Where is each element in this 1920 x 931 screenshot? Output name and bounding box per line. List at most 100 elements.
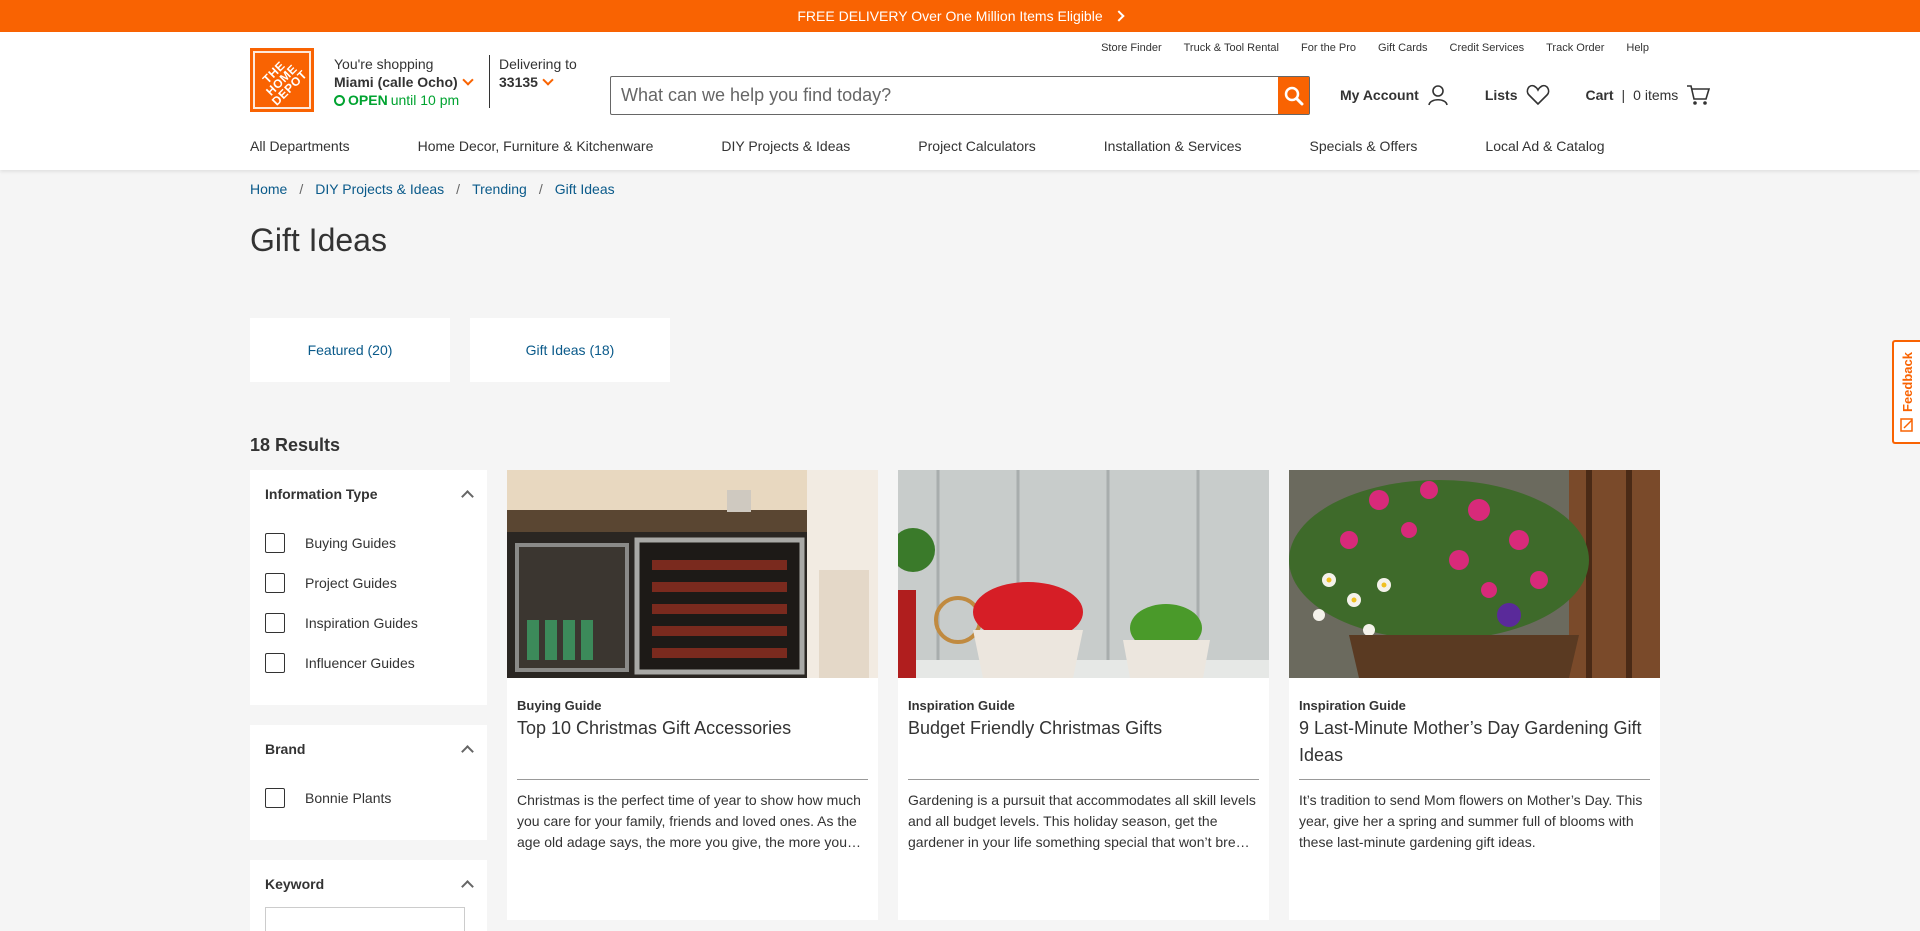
tab-featured[interactable]: Featured (20): [250, 318, 450, 382]
checkbox[interactable]: [265, 573, 285, 593]
search-icon: [1284, 86, 1303, 105]
flower-planter-image: [1289, 470, 1660, 678]
card-divider: [908, 779, 1259, 780]
facet-keyword: Keyword: [250, 860, 487, 931]
checkbox[interactable]: [265, 653, 285, 673]
chevron-up-icon: [461, 879, 474, 893]
utility-track-order[interactable]: Track Order: [1546, 42, 1604, 54]
facet-option-label: Buying Guides: [305, 535, 397, 551]
main-nav: All Departments Home Decor, Furniture & …: [250, 138, 1673, 154]
breadcrumb-separator: /: [456, 181, 461, 197]
cart-label: Cart: [1585, 87, 1614, 103]
facet-option[interactable]: Inspiration Guides: [250, 603, 487, 643]
delivery-zip-selector[interactable]: Delivering to 33135: [499, 55, 577, 91]
facet-brand: Brand Bonnie Plants: [250, 725, 487, 840]
cart-count: 0 items: [1633, 87, 1679, 103]
checkbox[interactable]: [265, 533, 285, 553]
my-account-link[interactable]: My Account: [1340, 84, 1449, 106]
card-description: Gardening is a pursuit that accommodates…: [908, 792, 1256, 850]
checkbox[interactable]: [265, 788, 285, 808]
tab-gift-ideas[interactable]: Gift Ideas (18): [470, 318, 670, 382]
feedback-tab[interactable]: Feedback: [1892, 340, 1920, 444]
utility-gift-cards[interactable]: Gift Cards: [1378, 42, 1428, 54]
nav-installation-services[interactable]: Installation & Services: [1104, 138, 1242, 154]
utility-nav: Store Finder Truck & Tool Rental For the…: [1101, 42, 1649, 54]
card-image: [898, 470, 1269, 678]
search-button[interactable]: [1278, 77, 1309, 114]
card-divider: [1299, 779, 1650, 780]
chevron-down-icon: [462, 74, 474, 86]
breadcrumb-gift-ideas[interactable]: Gift Ideas: [555, 181, 615, 197]
facet-information-type: Information Type Buying Guides Project G…: [250, 470, 487, 705]
utility-store-finder[interactable]: Store Finder: [1101, 42, 1162, 54]
home-depot-logo[interactable]: THE HOME DEPOT: [250, 48, 314, 112]
facet-title: Keyword: [265, 875, 325, 892]
header-divider: [489, 55, 490, 108]
breadcrumb-home[interactable]: Home: [250, 181, 287, 197]
card-title[interactable]: Budget Friendly Christmas Gifts: [908, 715, 1259, 769]
facet-option-label: Inspiration Guides: [305, 615, 418, 631]
promo-text: FREE DELIVERY Over One Million Items Eli…: [797, 8, 1103, 24]
my-account-label: My Account: [1340, 87, 1419, 103]
card-image: [507, 470, 878, 678]
checkbox[interactable]: [265, 613, 285, 633]
chevron-down-icon: [542, 74, 554, 86]
utility-credit-services[interactable]: Credit Services: [1450, 42, 1525, 54]
store-hours: until 10 pm: [390, 92, 460, 108]
breadcrumb-diy-projects[interactable]: DIY Projects & Ideas: [315, 181, 444, 197]
card-title[interactable]: 9 Last-Minute Mother’s Day Gardening Gif…: [1299, 715, 1650, 769]
facet-header[interactable]: Information Type: [250, 470, 487, 517]
lists-link[interactable]: Lists: [1485, 84, 1550, 106]
card-divider: [517, 779, 868, 780]
facet-title: Information Type: [265, 485, 378, 502]
feedback-label: Feedback: [1899, 352, 1915, 412]
store-label: You're shopping: [334, 56, 434, 72]
chevron-up-icon: [461, 489, 474, 503]
card-type: Inspiration Guide: [1299, 698, 1406, 713]
facet-option[interactable]: Influencer Guides: [250, 643, 487, 683]
facet-option-label: Influencer Guides: [305, 655, 415, 671]
utility-truck-tool-rental[interactable]: Truck & Tool Rental: [1184, 42, 1279, 54]
chevron-up-icon: [461, 744, 474, 758]
keyword-input[interactable]: [265, 907, 465, 931]
breadcrumb-separator: /: [299, 181, 304, 197]
lists-label: Lists: [1484, 87, 1518, 103]
nav-home-decor[interactable]: Home Decor, Furniture & Kitchenware: [418, 138, 654, 154]
search-bar: [610, 76, 1310, 115]
breadcrumb-separator: /: [538, 181, 543, 197]
nav-diy-projects[interactable]: DIY Projects & Ideas: [721, 138, 850, 154]
page-title: Gift Ideas: [250, 222, 387, 258]
facet-option[interactable]: Project Guides: [250, 563, 487, 603]
wine-cooler-image: [507, 470, 878, 678]
facet-option-label: Bonnie Plants: [305, 790, 392, 806]
nav-all-departments[interactable]: All Departments: [250, 138, 350, 154]
site-header: THE HOME DEPOT You're shopping Miami (ca…: [0, 32, 1920, 170]
utility-help[interactable]: Help: [1626, 42, 1649, 54]
utility-for-the-pro[interactable]: For the Pro: [1301, 42, 1356, 54]
cart-link[interactable]: Cart | 0 items: [1586, 84, 1711, 106]
chevron-right-icon: [1112, 10, 1125, 22]
heart-icon: [1526, 84, 1549, 106]
facet-option[interactable]: Buying Guides: [250, 523, 487, 563]
nav-local-ad-catalog[interactable]: Local Ad & Catalog: [1485, 138, 1604, 154]
nav-project-calculators[interactable]: Project Calculators: [918, 138, 1036, 154]
breadcrumb: Home / DIY Projects & Ideas / Trending /…: [250, 181, 615, 197]
store-selector[interactable]: You're shopping Miami (calle Ocho) OPEN …: [334, 55, 474, 109]
card-description: Christmas is the perfect time of year to…: [517, 792, 861, 850]
cart-separator: |: [1621, 87, 1626, 103]
facet-header[interactable]: Brand: [250, 725, 487, 772]
article-card[interactable]: Inspiration Guide 9 Last-Minute Mother’s…: [1289, 470, 1660, 920]
account-area: My Account Lists Cart | 0 items: [1340, 84, 1711, 106]
facet-header[interactable]: Keyword: [250, 860, 487, 907]
breadcrumb-trending[interactable]: Trending: [472, 181, 527, 197]
nav-specials-offers[interactable]: Specials & Offers: [1310, 138, 1418, 154]
facet-title: Brand: [265, 740, 306, 757]
card-type: Inspiration Guide: [908, 698, 1015, 713]
article-card[interactable]: Inspiration Guide Budget Friendly Christ…: [898, 470, 1269, 920]
search-input[interactable]: [611, 77, 1278, 114]
card-type: Buying Guide: [517, 698, 602, 713]
article-card[interactable]: Buying Guide Top 10 Christmas Gift Acces…: [507, 470, 878, 920]
card-title[interactable]: Top 10 Christmas Gift Accessories: [517, 715, 868, 769]
facet-option[interactable]: Bonnie Plants: [250, 778, 487, 818]
promo-banner[interactable]: FREE DELIVERY Over One Million Items Eli…: [0, 0, 1920, 32]
